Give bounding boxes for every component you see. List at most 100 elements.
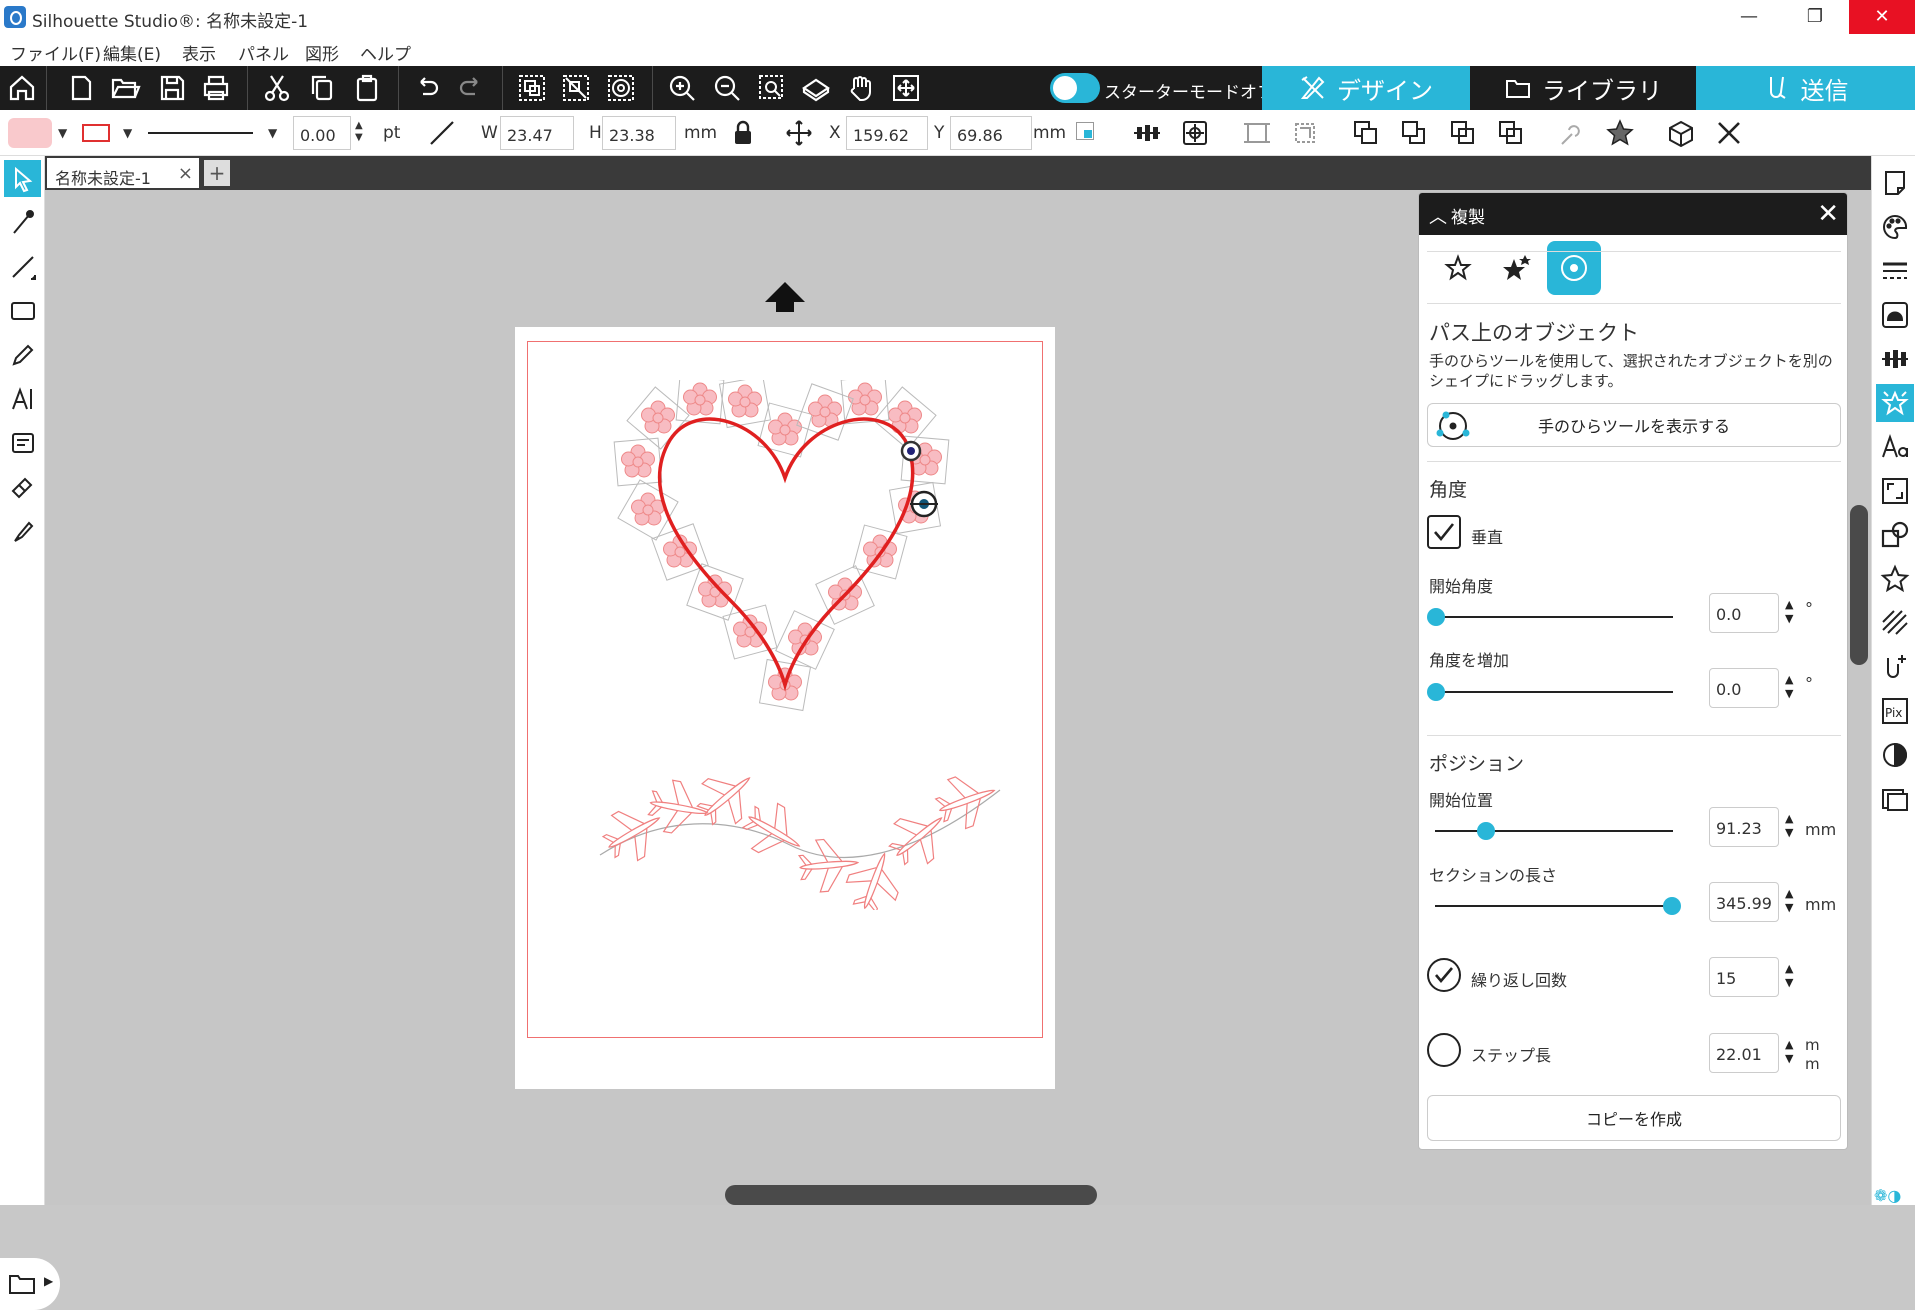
step-length-radio[interactable] xyxy=(1427,1033,1461,1067)
menu-shape[interactable]: 図形 xyxy=(305,40,339,65)
fit-window-button[interactable] xyxy=(887,69,925,107)
center-to-page-button[interactable] xyxy=(1178,116,1212,150)
pan-button[interactable] xyxy=(842,69,880,107)
start-angle-slider[interactable] xyxy=(1427,607,1681,627)
slider-handle[interactable] xyxy=(1427,683,1445,701)
stroke-dropdown-arrow-icon[interactable]: ▼ xyxy=(123,126,132,140)
draw-tool[interactable] xyxy=(4,336,41,373)
menu-file[interactable]: ファイル(F) xyxy=(10,40,101,65)
compound-path-button[interactable] xyxy=(602,69,640,107)
minimize-button[interactable]: — xyxy=(1719,0,1779,34)
bring-forward-button[interactable] xyxy=(1397,116,1431,150)
page-setup-button[interactable] xyxy=(1876,164,1914,202)
open-button[interactable] xyxy=(106,69,144,107)
section-length-input[interactable]: 345.99 xyxy=(1709,882,1779,922)
scroll-thumb[interactable] xyxy=(725,1185,1097,1205)
eraser-tool[interactable] xyxy=(4,468,41,505)
group-button[interactable] xyxy=(513,69,551,107)
restore-button[interactable]: ❐ xyxy=(1785,0,1845,34)
vertical-checkbox[interactable] xyxy=(1427,515,1461,549)
zoom-selection-button[interactable] xyxy=(753,69,791,107)
settings-icon[interactable]: ❁◑ xyxy=(1874,1186,1901,1205)
select-tool[interactable] xyxy=(4,160,41,197)
undo-button[interactable] xyxy=(408,69,446,107)
slider-handle[interactable] xyxy=(1663,897,1681,915)
tab-library[interactable]: ライブラリ xyxy=(1474,66,1692,110)
step-length-stepper[interactable]: ▲ ▼ xyxy=(1785,1038,1797,1066)
send-backward-button[interactable] xyxy=(1446,116,1480,150)
zoom-out-button[interactable] xyxy=(708,69,746,107)
resize-button[interactable] xyxy=(1240,116,1274,150)
3d-box-button[interactable] xyxy=(1664,116,1698,150)
angle-increment-input[interactable]: 0.0 xyxy=(1709,668,1779,708)
bring-to-front-button[interactable] xyxy=(1349,116,1383,150)
slider-handle[interactable] xyxy=(1476,822,1495,840)
close-tab-icon[interactable]: × xyxy=(178,163,193,184)
move-button[interactable] xyxy=(782,116,816,150)
fit-to-page-button[interactable] xyxy=(797,69,835,107)
lock-aspect-button[interactable] xyxy=(726,116,760,150)
offset-button[interactable] xyxy=(1876,296,1914,334)
width-input[interactable]: 23.47 xyxy=(500,116,574,150)
collapse-chevron-icon[interactable]: ︿ xyxy=(1429,203,1447,229)
paste-button[interactable] xyxy=(348,69,386,107)
starter-mode-toggle[interactable]: スターターモードオフ xyxy=(1050,72,1274,104)
start-position-input[interactable]: 91.23 xyxy=(1709,807,1779,847)
start-angle-stepper[interactable]: ▲ ▼ xyxy=(1785,598,1797,626)
favorite-button[interactable] xyxy=(1603,116,1637,150)
show-hand-tool-button[interactable]: 手のひらツールを表示する xyxy=(1427,403,1841,447)
vertical-scrollbar[interactable] xyxy=(1850,505,1868,665)
menu-edit[interactable]: 編集(E) xyxy=(103,40,161,65)
start-angle-input[interactable]: 0.0 xyxy=(1709,593,1779,633)
notes-tool[interactable] xyxy=(4,424,41,461)
stroke-color-swatch[interactable] xyxy=(82,124,110,142)
text-style-button[interactable] xyxy=(1876,428,1914,466)
line-width-stepper[interactable]: ▲ ▼ xyxy=(355,120,363,144)
angle-increment-slider[interactable] xyxy=(1427,682,1681,702)
height-input[interactable]: 23.38 xyxy=(602,116,676,150)
angle-increment-stepper[interactable]: ▲ ▼ xyxy=(1785,673,1797,701)
fill-dropdown-arrow-icon[interactable]: ▼ xyxy=(58,126,67,140)
delete-button[interactable] xyxy=(1712,116,1746,150)
print-button[interactable] xyxy=(197,69,235,107)
repeat-count-input[interactable]: 15 xyxy=(1709,957,1779,997)
slider-handle[interactable] xyxy=(1427,608,1445,626)
repeat-count-radio[interactable] xyxy=(1427,958,1461,992)
align-distribute-button[interactable] xyxy=(1130,116,1164,150)
line-style-dropdown-arrow-icon[interactable]: ▼ xyxy=(268,126,277,140)
print-cut-button[interactable] xyxy=(1876,780,1914,818)
pixscan-button[interactable]: Pix xyxy=(1876,692,1914,730)
save-button[interactable] xyxy=(153,69,191,107)
ungroup-button[interactable] xyxy=(557,69,595,107)
repeat-count-stepper[interactable]: ▲ ▼ xyxy=(1785,962,1797,990)
tab-object-on-path[interactable] xyxy=(1547,241,1601,295)
heart-flower-design[interactable] xyxy=(600,380,970,740)
start-position-stepper[interactable]: ▲ ▼ xyxy=(1785,812,1797,840)
align-button[interactable] xyxy=(1876,340,1914,378)
tab-design[interactable]: デザイン xyxy=(1262,66,1470,110)
line-style-selector[interactable] xyxy=(148,132,253,134)
sketch-button[interactable] xyxy=(1876,604,1914,642)
line-width-input[interactable]: 0.00 xyxy=(293,116,351,150)
y-position-input[interactable]: 69.86 xyxy=(950,116,1032,150)
text-tool[interactable] xyxy=(4,380,41,417)
send-panel-button[interactable] xyxy=(1876,648,1914,686)
redo-button[interactable] xyxy=(452,69,490,107)
library-folder-toggle[interactable]: ▶ xyxy=(0,1258,60,1310)
line-tool[interactable] xyxy=(4,248,41,285)
home-button[interactable] xyxy=(3,69,41,107)
menu-view[interactable]: 表示 xyxy=(182,40,216,65)
flip-button[interactable] xyxy=(1288,116,1322,150)
point-edit-tool[interactable] xyxy=(4,204,41,241)
start-position-slider[interactable] xyxy=(1427,821,1681,841)
cut-button[interactable] xyxy=(258,69,296,107)
panel-close-button[interactable]: ✕ xyxy=(1817,199,1839,229)
airplane-design[interactable] xyxy=(590,750,1020,910)
send-to-back-button[interactable] xyxy=(1494,116,1528,150)
line-style-button[interactable] xyxy=(1876,252,1914,290)
line-tool-button[interactable] xyxy=(425,116,459,150)
add-tab-button[interactable]: + xyxy=(204,160,230,186)
menu-panel[interactable]: パネル xyxy=(238,40,289,65)
modify-button[interactable] xyxy=(1876,516,1914,554)
zoom-in-button[interactable] xyxy=(663,69,701,107)
